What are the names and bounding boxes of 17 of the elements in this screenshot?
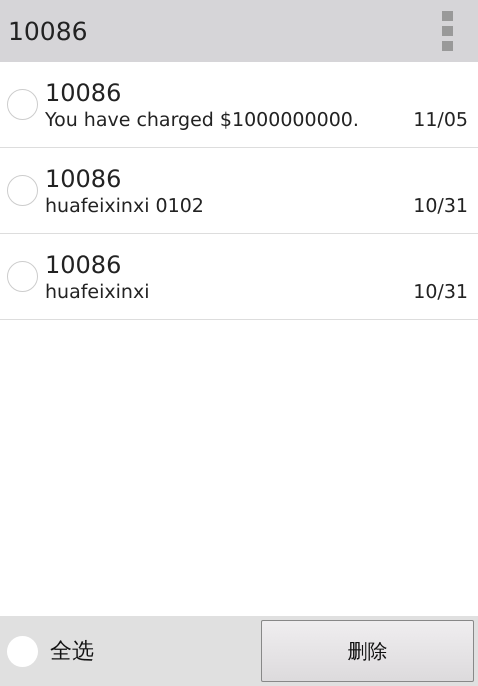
window-title: 10086 [8,16,88,46]
delete-button[interactable]: 删除 [261,620,474,682]
message-preview: huafeixinxi [45,280,150,302]
message-date: 10/31 [413,194,468,216]
message-preview: You have charged $1000000000. [45,108,359,130]
radio-button[interactable] [7,636,38,666]
message-preview: huafeixinxi 0102 [45,194,204,216]
radio-button[interactable] [7,175,38,206]
message-sender: 10086 [45,250,122,278]
radio-button[interactable] [7,261,38,292]
message-date: 10/31 [413,280,468,302]
message-sender: 10086 [45,78,122,106]
message-sender: 10086 [45,164,122,192]
radio-button[interactable] [7,89,38,120]
overflow-menu-icon[interactable] [440,9,456,53]
message-date: 11/05 [413,108,468,130]
select-all-label: 全选 [50,638,94,666]
